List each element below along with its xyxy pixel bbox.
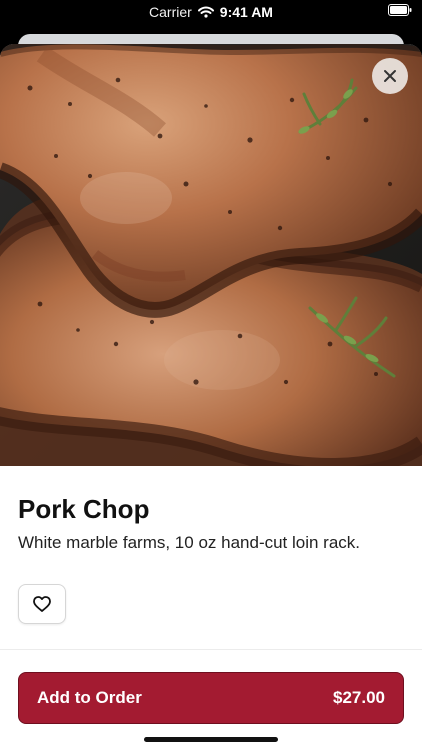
- add-to-order-label: Add to Order: [37, 688, 142, 707]
- item-description: White marble farms, 10 oz hand-cut loin …: [18, 533, 361, 552]
- wifi-icon: [197, 6, 214, 18]
- item-title: Pork Chop: [18, 494, 150, 524]
- item-info: Pork Chop White marble farms, 10 oz hand…: [0, 466, 422, 624]
- close-button[interactable]: [372, 58, 408, 94]
- item-price: $27.00: [333, 688, 385, 707]
- status-bar: Carrier 9:41 AM: [0, 0, 422, 24]
- status-time: 9:41 AM: [219, 4, 273, 20]
- bottom-action-bar: Add to Order $27.00: [0, 649, 422, 750]
- pork-chop-photo: [0, 44, 422, 466]
- battery-icon: [388, 4, 412, 16]
- favorite-button[interactable]: [18, 584, 66, 624]
- home-indicator: [144, 737, 278, 742]
- add-to-order-button[interactable]: Add to Order $27.00: [18, 672, 404, 724]
- status-center: Carrier 9:41 AM: [0, 4, 422, 20]
- item-detail-sheet: Pork Chop White marble farms, 10 oz hand…: [0, 44, 422, 750]
- status-carrier: Carrier: [149, 4, 192, 20]
- close-icon: [384, 70, 396, 82]
- item-photo: [0, 44, 422, 466]
- heart-icon: [33, 596, 51, 612]
